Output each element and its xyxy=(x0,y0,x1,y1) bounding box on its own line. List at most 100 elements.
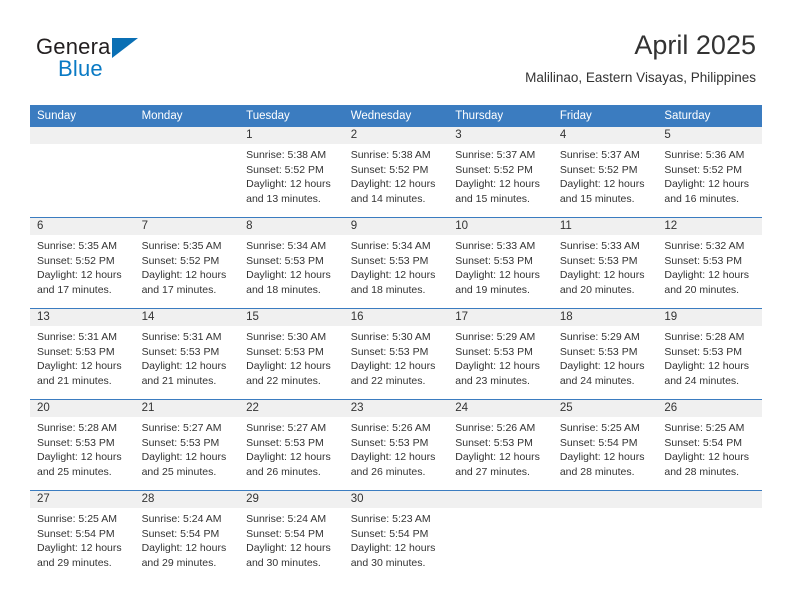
calendar-day-cell[interactable]: 9 Sunrise: 5:34 AM Sunset: 5:53 PM Daylight… xyxy=(343,217,449,309)
sunset-time: Sunset: 5:52 PM xyxy=(37,254,115,267)
daylight-duration-line2: and 15 minutes. xyxy=(559,192,635,205)
day-number: 24 xyxy=(448,400,553,417)
day-cell-inner: 10 Sunrise: 5:33 AM Sunset: 5:53 PM Dayligh… xyxy=(448,218,553,308)
day-cell-inner: 2 Sunrise: 5:38 AM Sunset: 5:52 PM Daylight… xyxy=(343,127,449,217)
calendar-day-cell[interactable]: 15 Sunrise: 5:30 AM Sunset: 5:53 PM Dayligh… xyxy=(239,308,344,400)
daylight-duration-line1: Daylight: 12 hours xyxy=(455,360,540,372)
day-number xyxy=(30,127,135,144)
calendar-day-cell[interactable]: 14 Sunrise: 5:31 AM Sunset: 5:53 PM Dayligh… xyxy=(134,308,240,400)
calendar-day-cell[interactable]: 18 Sunrise: 5:29 AM Sunset: 5:53 PM Dayligh… xyxy=(552,308,658,400)
daylight-duration-line1: Daylight: 12 hours xyxy=(559,451,645,463)
day-cell-inner: 11 Sunrise: 5:33 AM Sunset: 5:53 PM Dayligh… xyxy=(552,218,658,308)
day-sun-details: Sunrise: 5:25 AM Sunset: 5:54 PM Daylight:… xyxy=(30,508,135,570)
calendar-week-row: 1 Sunrise: 5:38 AM Sunset: 5:52 PM Daylight… xyxy=(30,127,762,218)
day-sun-details: Sunrise: 5:35 AM Sunset: 5:52 PM Daylight:… xyxy=(30,235,135,297)
sunset-time: Sunset: 5:53 PM xyxy=(559,254,638,267)
sunrise-time: Sunrise: 5:25 AM xyxy=(37,513,117,525)
calendar-day-cell[interactable]: 26 Sunrise: 5:25 AM Sunset: 5:54 PM Dayligh… xyxy=(657,399,762,491)
weekday-header-row: Sunday Monday Tuesday Wednesday Thursday… xyxy=(30,105,762,127)
day-number: 22 xyxy=(239,400,344,417)
sunset-time: Sunset: 5:52 PM xyxy=(246,163,324,176)
day-sun-details: Sunrise: 5:32 AM Sunset: 5:53 PM Daylight:… xyxy=(657,235,762,297)
sunrise-time: Sunrise: 5:31 AM xyxy=(37,331,117,343)
daylight-duration-line2: and 14 minutes. xyxy=(350,192,426,205)
calendar-day-cell[interactable]: 23 Sunrise: 5:26 AM Sunset: 5:53 PM Dayligh… xyxy=(343,399,449,491)
sunrise-time: Sunrise: 5:29 AM xyxy=(455,331,536,343)
sunrise-time: Sunrise: 5:28 AM xyxy=(664,331,745,343)
sunrise-time: Sunrise: 5:25 AM xyxy=(664,422,745,434)
calendar-day-cell[interactable]: 6 Sunrise: 5:35 AM Sunset: 5:52 PM Daylight… xyxy=(30,217,135,309)
calendar-day-cell[interactable]: 11 Sunrise: 5:33 AM Sunset: 5:53 PM Dayligh… xyxy=(552,217,658,309)
sunrise-time: Sunrise: 5:38 AM xyxy=(246,149,327,161)
day-sun-details: Sunrise: 5:38 AM Sunset: 5:52 PM Daylight:… xyxy=(344,144,449,206)
sunrise-time: Sunrise: 5:35 AM xyxy=(37,240,117,252)
sunset-time: Sunset: 5:53 PM xyxy=(246,254,324,267)
daylight-duration-line2: and 30 minutes. xyxy=(350,556,426,569)
sunset-time: Sunset: 5:54 PM xyxy=(141,527,220,540)
page-subtitle: Malilinao, Eastern Visayas, Philippines xyxy=(525,70,756,85)
calendar-day-cell[interactable]: 30 Sunrise: 5:23 AM Sunset: 5:54 PM Dayligh… xyxy=(343,490,449,581)
page-header: General Blue April 2025 Malilinao, Easte… xyxy=(36,28,756,98)
calendar-day-cell[interactable]: 8 Sunrise: 5:34 AM Sunset: 5:53 PM Daylight… xyxy=(239,217,344,309)
day-cell-inner xyxy=(657,491,762,581)
calendar-day-cell[interactable]: 7 Sunrise: 5:35 AM Sunset: 5:52 PM Daylight… xyxy=(134,217,240,309)
sunrise-time: Sunrise: 5:37 AM xyxy=(559,149,640,161)
day-number: 5 xyxy=(657,127,762,144)
calendar-day-cell[interactable]: 16 Sunrise: 5:30 AM Sunset: 5:53 PM Dayligh… xyxy=(343,308,449,400)
day-sun-details: Sunrise: 5:37 AM Sunset: 5:52 PM Daylight:… xyxy=(553,144,658,206)
calendar-day-cell[interactable]: 12 Sunrise: 5:32 AM Sunset: 5:53 PM Dayligh… xyxy=(657,217,762,309)
sunrise-time: Sunrise: 5:26 AM xyxy=(455,422,536,434)
calendar-day-cell[interactable]: 1 Sunrise: 5:38 AM Sunset: 5:52 PM Daylight… xyxy=(239,127,344,218)
daylight-duration-line1: Daylight: 12 hours xyxy=(141,451,227,463)
calendar-day-cell[interactable]: 5 Sunrise: 5:36 AM Sunset: 5:52 PM Daylight… xyxy=(657,127,762,218)
calendar-day-cell[interactable]: 3 Sunrise: 5:37 AM Sunset: 5:52 PM Daylight… xyxy=(448,127,553,218)
weekday-header-saturday: Saturday xyxy=(657,105,762,127)
day-sun-details: Sunrise: 5:23 AM Sunset: 5:54 PM Daylight:… xyxy=(344,508,449,570)
calendar-day-cell[interactable]: 29 Sunrise: 5:24 AM Sunset: 5:54 PM Dayligh… xyxy=(239,490,344,581)
day-sun-details: Sunrise: 5:27 AM Sunset: 5:53 PM Daylight:… xyxy=(239,417,344,479)
daylight-duration-line1: Daylight: 12 hours xyxy=(350,360,436,372)
daylight-duration-line2: and 22 minutes. xyxy=(246,374,321,387)
calendar-day-cell[interactable]: 10 Sunrise: 5:33 AM Sunset: 5:53 PM Dayligh… xyxy=(448,217,553,309)
sunrise-time: Sunrise: 5:34 AM xyxy=(350,240,431,252)
calendar-day-cell[interactable]: 2 Sunrise: 5:38 AM Sunset: 5:52 PM Daylight… xyxy=(343,127,449,218)
weekday-header-wednesday: Wednesday xyxy=(343,105,449,127)
sunset-time: Sunset: 5:52 PM xyxy=(141,254,220,267)
day-number: 4 xyxy=(552,127,658,144)
day-cell-inner: 22 Sunrise: 5:27 AM Sunset: 5:53 PM Dayligh… xyxy=(239,400,344,490)
sunset-time: Sunset: 5:54 PM xyxy=(246,527,324,540)
day-number: 9 xyxy=(343,218,449,235)
day-number: 17 xyxy=(448,309,553,326)
day-cell-inner xyxy=(448,491,553,581)
sunset-time: Sunset: 5:54 PM xyxy=(350,527,429,540)
calendar-day-cell[interactable]: 4 Sunrise: 5:37 AM Sunset: 5:52 PM Daylight… xyxy=(552,127,658,218)
day-cell-inner: 13 Sunrise: 5:31 AM Sunset: 5:53 PM Dayligh… xyxy=(30,309,135,399)
sunrise-time: Sunrise: 5:31 AM xyxy=(141,331,222,343)
sunset-time: Sunset: 5:53 PM xyxy=(246,436,324,449)
calendar-day-cell[interactable]: 19 Sunrise: 5:28 AM Sunset: 5:53 PM Dayligh… xyxy=(657,308,762,400)
sunrise-time: Sunrise: 5:33 AM xyxy=(455,240,536,252)
calendar-day-cell[interactable]: 21 Sunrise: 5:27 AM Sunset: 5:53 PM Dayligh… xyxy=(134,399,240,491)
calendar-day-cell[interactable]: 25 Sunrise: 5:25 AM Sunset: 5:54 PM Dayligh… xyxy=(552,399,658,491)
day-cell-inner: 17 Sunrise: 5:29 AM Sunset: 5:53 PM Dayligh… xyxy=(448,309,553,399)
calendar-day-cell[interactable]: 13 Sunrise: 5:31 AM Sunset: 5:53 PM Dayligh… xyxy=(30,308,135,400)
calendar-day-cell[interactable]: 17 Sunrise: 5:29 AM Sunset: 5:53 PM Dayligh… xyxy=(448,308,553,400)
sunrise-time: Sunrise: 5:26 AM xyxy=(350,422,431,434)
calendar-day-cell[interactable]: 24 Sunrise: 5:26 AM Sunset: 5:53 PM Dayligh… xyxy=(448,399,553,491)
daylight-duration-line2: and 19 minutes. xyxy=(455,283,530,296)
day-number xyxy=(657,491,762,508)
calendar-day-cell[interactable]: 20 Sunrise: 5:28 AM Sunset: 5:53 PM Dayligh… xyxy=(30,399,135,491)
generalblue-logo[interactable]: General Blue xyxy=(36,34,166,90)
day-cell-inner: 6 Sunrise: 5:35 AM Sunset: 5:52 PM Daylight… xyxy=(30,218,135,308)
calendar-day-cell[interactable]: 28 Sunrise: 5:24 AM Sunset: 5:54 PM Dayligh… xyxy=(134,490,240,581)
day-cell-inner: 19 Sunrise: 5:28 AM Sunset: 5:53 PM Dayligh… xyxy=(657,309,762,399)
daylight-duration-line2: and 20 minutes. xyxy=(559,283,635,296)
calendar-day-cell[interactable]: 27 Sunrise: 5:25 AM Sunset: 5:54 PM Dayligh… xyxy=(30,490,135,581)
calendar-week-row: 6 Sunrise: 5:35 AM Sunset: 5:52 PM Daylight… xyxy=(30,217,762,309)
calendar-day-cell[interactable]: 22 Sunrise: 5:27 AM Sunset: 5:53 PM Dayligh… xyxy=(239,399,344,491)
day-sun-details: Sunrise: 5:31 AM Sunset: 5:53 PM Daylight:… xyxy=(135,326,240,388)
day-number: 16 xyxy=(343,309,449,326)
weekday-header-monday: Monday xyxy=(134,105,240,127)
sunrise-time: Sunrise: 5:27 AM xyxy=(246,422,327,434)
day-number: 6 xyxy=(30,218,135,235)
